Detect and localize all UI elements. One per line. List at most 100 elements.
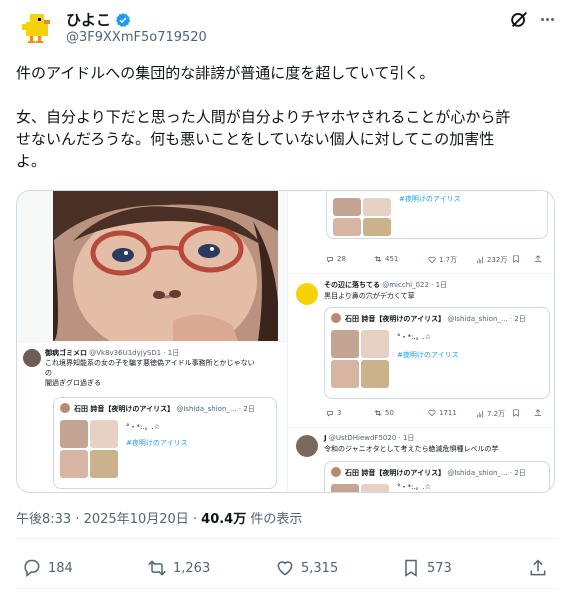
avatar [296, 435, 318, 457]
timestamp-row: 午後8:33 · 2025年10月20日 · 40.4万 件の表示 [16, 508, 302, 527]
reply-icon [327, 411, 333, 417]
bookmark-button[interactable]: 573 [401, 558, 452, 578]
quoted-author-handle: @Ishida_shion_... · 2日 [176, 405, 255, 413]
attached-image[interactable]: 御病ゴミメロ @Vk8v36U1dyjySD1 · 1日 これ境界知能系の女の子… [16, 190, 555, 493]
tweet-line: 女、自分より下だと思った人間が自分よりチヤホヤされることが心から許 [16, 108, 511, 126]
photo-thumbnail [361, 484, 389, 492]
views-icon [477, 410, 483, 418]
share-icon [534, 409, 542, 416]
like-button[interactable]: 5,315 [275, 558, 338, 578]
quoted-author-name: 石田 詩音【夜明けのアイリス】 [345, 469, 446, 477]
reply-author-name: J [324, 434, 327, 442]
reply-author: J @UstDHiewdF5020 · 1日 [324, 433, 414, 443]
tweet-text: 件のアイドルへの集団的な誹謗が普通に度を超していて引く。 女、自分より下だと思っ… [16, 62, 556, 172]
quoted-author-name: 石田 詩音【夜明けのアイリス】 [74, 405, 175, 413]
repost-icon [374, 256, 382, 262]
reply-line: これ境界知能系の女の子を騙す悪徳偽アイドル事務所とかじゃない [45, 359, 255, 367]
share-icon [530, 559, 546, 576]
reply-line: の [45, 369, 52, 377]
bookmark-count: 573 [427, 560, 452, 576]
reply-count: 3 [326, 409, 341, 417]
reply-line: 闇過ぎグロ過ぎる [45, 379, 101, 387]
views-label: 件の表示 [246, 512, 303, 527]
views-icon [477, 256, 483, 264]
chick-avatar-icon [16, 8, 56, 48]
like-count: 5,315 [301, 560, 339, 576]
author-handle[interactable]: @3F9XXmF5o719520 [66, 30, 207, 45]
quoted-symbols: °・*:.。.☆ [397, 483, 432, 491]
reply-icon [24, 559, 40, 578]
quoted-author-handle: @Ishida_shion_... · 2日 [447, 315, 526, 323]
reply-column: #夜明けのアイリス 28 451 1.7万 232万 その辺に落ちてる @mic… [287, 191, 554, 492]
avatar [331, 313, 341, 323]
photo-thumbnail [333, 198, 361, 216]
more-dot-icon [545, 17, 549, 21]
reply-author-name: 御病ゴミメロ [45, 349, 87, 357]
quoted-symbols: °・*:.。.☆ [397, 333, 432, 341]
photo-thumbnail [90, 420, 118, 448]
quoted-hashtag: #夜明けのアイリス [397, 351, 459, 359]
more-options-button[interactable] [536, 8, 558, 30]
reply-author: その辺に落ちてる @micchi_022 · 1日 [324, 280, 447, 290]
quoted-hashtag: #夜明けのアイリス [399, 195, 461, 203]
quoted-author: 石田 詩音【夜明けのアイリス】 @Ishida_shion_... · 2日 [345, 314, 526, 324]
share-button[interactable] [528, 558, 548, 578]
reply-author-handle: @Vk8v36U1dyjySD1 · 1日 [89, 349, 180, 357]
view-count: 232万 [476, 255, 507, 265]
reply-icon [327, 257, 333, 263]
verified-badge-icon [115, 12, 131, 27]
photo-thumbnail [60, 450, 88, 478]
reply-author-handle: @micchi_022 · 1日 [382, 281, 448, 289]
bookmark-icon [513, 255, 519, 263]
repost-icon [374, 410, 382, 416]
divider [288, 427, 554, 428]
tweet-header: ひよこ @3F9XXmF5o719520 [0, 0, 574, 56]
photo-thumbnail [90, 450, 118, 478]
grok-icon [511, 11, 527, 27]
photo-thumbnail [331, 330, 359, 358]
quoted-hashtag: #夜明けのアイリス [126, 439, 188, 447]
grok-button[interactable] [508, 8, 530, 30]
quoted-post: #夜明けのアイリス [326, 191, 548, 239]
avatar [331, 467, 341, 477]
heart-icon [428, 256, 436, 264]
photo-thumbnail [361, 330, 389, 358]
repost-count: 50 [374, 409, 394, 417]
reply-count: 28 [326, 255, 346, 263]
repost-button[interactable]: 1,263 [147, 558, 210, 578]
divider [288, 273, 554, 274]
view-count: 40.4万 [201, 512, 247, 527]
quoted-post: 石田 詩音【夜明けのアイリス】 @Ishida_shion_... · 2日 °… [324, 307, 550, 399]
photo-thumbnail [333, 218, 361, 236]
bookmark-icon [405, 559, 417, 577]
timestamp[interactable]: 午後8:33 · 2025年10月20日 · [16, 512, 201, 527]
display-name[interactable]: ひよこ [66, 9, 111, 30]
repost-icon [148, 560, 166, 576]
more-dot-icon [540, 17, 544, 21]
reply-body: 黒目より鼻の穴がデカくて草 [324, 292, 415, 300]
action-bar: 184 1,263 5,315 573 [0, 548, 574, 588]
quoted-author-handle: @Ishida_shion_... · 2日 [447, 469, 526, 477]
reply-body: 令和のジャニオタとして考えたら絶滅危惧種レベルの芋 [324, 445, 499, 453]
like-count: 1.7万 [428, 255, 457, 265]
share-icon [534, 255, 542, 262]
avatar [296, 283, 318, 305]
author-name-row[interactable]: ひよこ [66, 9, 131, 30]
reply-button[interactable]: 184 [22, 558, 73, 578]
tweet-line: 件のアイドルへの集団的な誹謗が普通に度を超していて引く。 [16, 64, 435, 82]
quoted-author: 石田 詩音【夜明けのアイリス】 @Ishida_shion_... · 2日 [345, 468, 526, 478]
avatar[interactable] [16, 8, 56, 48]
more-dot-icon [550, 17, 554, 21]
photo-thumbnail [363, 218, 391, 236]
quoted-post: 石田 詩音【夜明けのアイリス】 @Ishida_shion_... · 2日 °… [53, 397, 277, 489]
selfie-photo [53, 191, 278, 341]
reply-count: 184 [48, 560, 73, 576]
divider [16, 588, 558, 589]
photo-thumbnail [361, 360, 389, 388]
reply-author-handle: @UstDHiewdF5020 · 1日 [328, 434, 415, 442]
like-count: 1711 [428, 409, 457, 417]
reply-post[interactable]: 御病ゴミメロ @Vk8v36U1dyjySD1 · 1日 これ境界知能系の女の子… [17, 343, 287, 492]
reply-author-name: その辺に落ちてる [324, 281, 380, 289]
repost-count: 1,263 [173, 560, 211, 576]
selfie-illustration [53, 191, 278, 341]
